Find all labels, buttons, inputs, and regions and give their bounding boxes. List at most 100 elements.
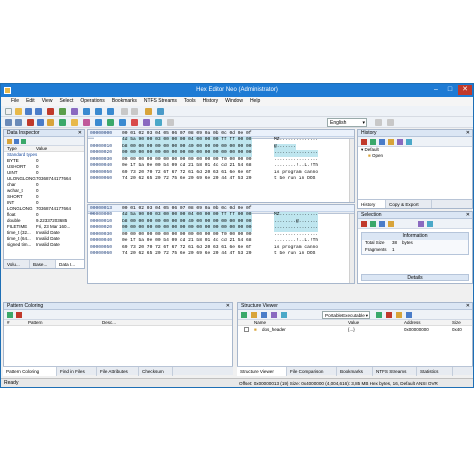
close-icon[interactable]: ✕: [466, 212, 470, 219]
structure-copy-icon[interactable]: [406, 312, 412, 318]
paste-icon[interactable]: [47, 119, 54, 126]
menu-bookmarks[interactable]: Bookmarks: [112, 97, 137, 106]
menu-file[interactable]: File: [11, 97, 19, 106]
language-select[interactable]: English ▾: [327, 118, 367, 127]
history-delete-icon[interactable]: [361, 139, 367, 145]
compare-icon[interactable]: [143, 119, 150, 126]
redo-icon[interactable]: [15, 119, 22, 126]
undo-icon[interactable]: [5, 119, 12, 126]
history-item-open[interactable]: ■ Open: [358, 153, 472, 159]
options-icon[interactable]: [167, 119, 174, 126]
tab-statistics[interactable]: Statistics: [417, 367, 453, 376]
tab-data-inspector[interactable]: Data I...: [56, 260, 84, 268]
cut-icon[interactable]: [27, 119, 34, 126]
close-icon[interactable]: ✕: [226, 303, 230, 310]
structure-edit-icon[interactable]: [271, 312, 277, 318]
selection-add-icon[interactable]: [370, 221, 376, 227]
inspector-row[interactable]: signed tim... Invalid Date: [4, 242, 84, 248]
history-add-icon[interactable]: [370, 139, 376, 145]
close-icon[interactable]: ✕: [466, 130, 470, 137]
history-redo-icon[interactable]: [388, 139, 394, 145]
open-folder-icon[interactable]: [15, 108, 22, 115]
tab-file-comparison[interactable]: File Comparison: [287, 367, 337, 376]
tab-structure-viewer[interactable]: Structure Viewer: [237, 367, 287, 376]
editor-2-scrollbar[interactable]: [349, 214, 354, 283]
maximize-icon[interactable]: □: [443, 85, 457, 95]
minimize-icon[interactable]: –: [429, 85, 443, 95]
menu-window[interactable]: Window: [225, 97, 243, 106]
bookmark-icon[interactable]: [145, 108, 152, 115]
refresh-icon[interactable]: [59, 108, 66, 115]
replace-icon[interactable]: [119, 119, 126, 126]
menu-operations[interactable]: Operations: [80, 97, 104, 106]
bytes-icon[interactable]: [121, 108, 128, 115]
tab-copy-export[interactable]: Copy & Export: [386, 200, 432, 208]
copy-icon[interactable]: [37, 119, 44, 126]
structure-row-dos-header[interactable]: ■ dos_header {...} 0x00000000 0x40: [238, 326, 472, 334]
inspector-endian-icon[interactable]: [14, 139, 19, 144]
words-icon[interactable]: [131, 108, 138, 115]
menu-select[interactable]: Select: [59, 97, 73, 106]
tab-pattern-coloring[interactable]: Pattern Coloring: [3, 367, 57, 376]
find-icon[interactable]: [157, 108, 164, 115]
menu-history[interactable]: History: [203, 97, 219, 106]
history-load-icon[interactable]: [406, 139, 412, 145]
selection-clear-icon[interactable]: [361, 221, 367, 227]
tab-checksum[interactable]: Checksum: [139, 367, 173, 376]
about-icon[interactable]: [387, 119, 394, 126]
checksum-icon[interactable]: [155, 119, 162, 126]
menu-tools[interactable]: Tools: [184, 97, 196, 106]
properties-icon[interactable]: [71, 108, 78, 115]
save-all-icon[interactable]: [35, 108, 42, 115]
insert-icon[interactable]: [59, 119, 66, 126]
structure-select[interactable]: PortableExecutable ▾: [322, 311, 370, 319]
structure-apply-icon[interactable]: [376, 312, 382, 318]
help-icon[interactable]: [375, 119, 382, 126]
close-file-icon[interactable]: [47, 108, 54, 115]
close-icon[interactable]: ✕: [458, 85, 472, 95]
view-icon[interactable]: [83, 108, 90, 115]
close-icon[interactable]: ✕: [466, 303, 470, 310]
selection-options-icon[interactable]: [427, 221, 433, 227]
menu-view[interactable]: View: [42, 97, 53, 106]
fill-icon[interactable]: [71, 119, 78, 126]
menu-ntfs-streams[interactable]: NTFS Streams: [144, 97, 177, 106]
close-icon[interactable]: ✕: [78, 130, 82, 137]
pattern-delete-icon[interactable]: [16, 312, 22, 318]
structure-save-icon[interactable]: [261, 312, 267, 318]
inspector-add-icon[interactable]: [21, 139, 26, 144]
select-all-icon[interactable]: [83, 119, 90, 126]
structure-export-icon[interactable]: [396, 312, 402, 318]
selection-save-icon[interactable]: [379, 221, 385, 227]
search-icon[interactable]: [107, 119, 114, 126]
hex-row[interactable]: 00000060 74 20 62 65 20 72 75 6e 20 69 6e…: [88, 251, 354, 258]
inspector-settings-icon[interactable]: [7, 139, 12, 144]
tab-file-attributes[interactable]: File Attributes: [97, 367, 139, 376]
structure-open-icon[interactable]: [251, 312, 257, 318]
editor-1-scrollbar[interactable]: [349, 139, 354, 202]
pattern-add-icon[interactable]: [7, 312, 13, 318]
hex-row[interactable]: 00000060 74 20 62 65 20 72 75 6e 20 69 6e…: [88, 176, 354, 183]
tab-base-converter[interactable]: Base...: [30, 260, 56, 268]
expand-checkbox[interactable]: [244, 327, 249, 332]
selection-load-icon[interactable]: [388, 221, 394, 227]
tab-ntfs-streams[interactable]: NTFS Streams: [373, 367, 417, 376]
tab-history[interactable]: History: [358, 200, 386, 208]
structure-stop-icon[interactable]: [386, 312, 392, 318]
selection-invert-icon[interactable]: [418, 221, 424, 227]
history-save-icon[interactable]: [397, 139, 403, 145]
history-undo-icon[interactable]: [379, 139, 385, 145]
goto-icon[interactable]: [95, 119, 102, 126]
save-icon[interactable]: [25, 108, 32, 115]
tab-find-in-files[interactable]: Find in Files: [57, 367, 97, 376]
structure-bind-icon[interactable]: [241, 312, 247, 318]
new-file-icon[interactable]: [5, 108, 12, 115]
layout-icon[interactable]: [107, 108, 114, 115]
tab-volumes[interactable]: Volu...: [4, 260, 30, 268]
menu-help[interactable]: Help: [250, 97, 260, 106]
details-button[interactable]: Details: [361, 274, 469, 281]
structure-refresh-icon[interactable]: [281, 312, 287, 318]
marker-icon[interactable]: [131, 119, 138, 126]
menu-edit[interactable]: Edit: [26, 97, 35, 106]
columns-icon[interactable]: [95, 108, 102, 115]
